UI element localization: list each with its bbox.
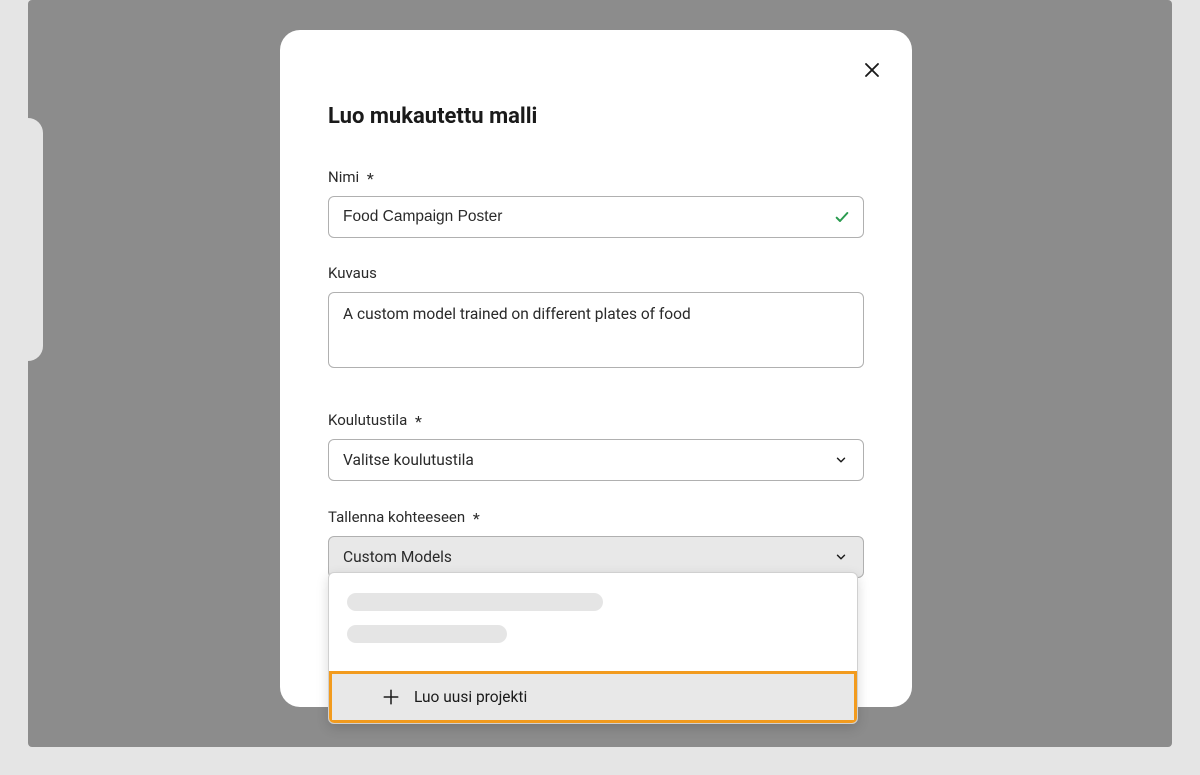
- description-label: Kuvaus: [328, 264, 864, 282]
- dropdown-loading-area: [329, 573, 857, 671]
- loading-placeholder: [347, 593, 603, 611]
- close-button[interactable]: [860, 58, 884, 82]
- training-mode-select-wrapper: Valitse koulutustila: [328, 439, 864, 481]
- create-new-project-label: Luo uusi projekti: [414, 688, 527, 706]
- required-asterisk: *: [473, 509, 480, 528]
- required-asterisk: *: [415, 412, 422, 431]
- modal-title: Luo mukautettu malli: [280, 30, 912, 129]
- training-mode-label: Koulutustila *: [328, 410, 864, 429]
- required-asterisk: *: [367, 169, 374, 188]
- valid-check-icon: [834, 209, 850, 225]
- close-icon: [863, 61, 881, 79]
- background-panel-hint: [28, 118, 43, 361]
- plus-icon: [382, 688, 400, 706]
- create-new-project-item[interactable]: Luo uusi projekti: [329, 671, 857, 723]
- name-field-group: Nimi *: [328, 167, 864, 238]
- form-content: Nimi * Kuvaus A custom model trained on …: [280, 167, 912, 578]
- training-mode-select[interactable]: Valitse koulutustila: [328, 439, 864, 481]
- save-to-label: Tallenna kohteeseen *: [328, 507, 864, 526]
- name-label: Nimi *: [328, 167, 864, 186]
- save-to-dropdown-panel: Luo uusi projekti: [328, 572, 858, 724]
- save-to-field-group: Tallenna kohteeseen * Custom Models: [328, 507, 864, 578]
- name-input[interactable]: [328, 196, 864, 238]
- name-input-wrapper: [328, 196, 864, 238]
- loading-placeholder: [347, 625, 507, 643]
- description-input[interactable]: A custom model trained on different plat…: [328, 292, 864, 368]
- training-mode-field-group: Koulutustila * Valitse koulutustila: [328, 410, 864, 481]
- description-field-group: Kuvaus A custom model trained on differe…: [328, 264, 864, 372]
